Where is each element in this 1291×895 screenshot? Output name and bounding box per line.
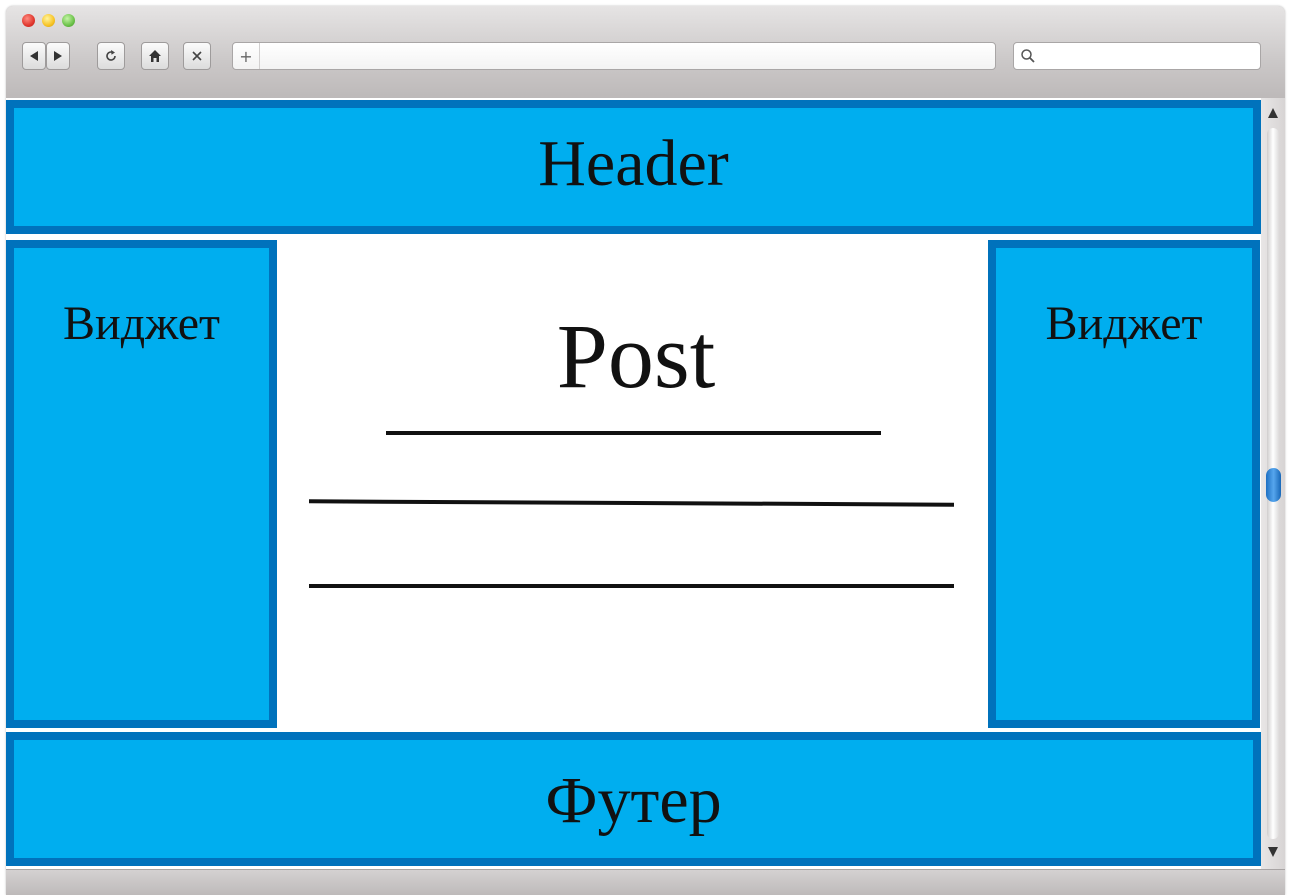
back-arrow-icon [28,50,40,62]
status-bar [6,869,1285,895]
search-icon [1020,48,1036,69]
forward-button[interactable] [46,42,70,70]
post-text-line [309,584,954,588]
home-icon [148,49,162,63]
post-title: Post [556,305,716,407]
page-viewport: Header Виджет Post Виджет Футер [6,98,1261,869]
right-widget-label: Виджет [1045,297,1203,350]
minimize-window-button[interactable] [42,14,55,27]
address-bar[interactable]: + [232,42,996,70]
search-input[interactable] [1013,42,1261,70]
footer-block: Футер [6,732,1261,866]
vertical-scrollbar[interactable] [1261,98,1285,869]
stop-button[interactable] [183,42,211,70]
post-text-line [308,499,955,507]
reload-icon [104,49,118,63]
header-block: Header [6,100,1261,234]
browser-window: + Header Виджет Post Виджет Футер [6,6,1285,895]
scroll-thumb[interactable] [1266,468,1281,502]
browser-toolbar: + [6,6,1285,99]
zoom-window-button[interactable] [62,14,75,27]
back-button[interactable] [22,42,46,70]
home-button[interactable] [141,42,169,70]
scroll-down-arrow-icon[interactable] [1268,847,1278,857]
left-widget-label: Виджет [63,297,220,350]
close-window-button[interactable] [22,14,35,27]
left-widget: Виджет [6,240,277,728]
forward-arrow-icon [52,50,64,62]
footer-label: Футер [545,764,722,837]
header-label: Header [538,127,729,200]
close-icon [191,50,203,62]
right-widget: Виджет [988,240,1260,728]
new-tab-button[interactable]: + [233,43,260,69]
scroll-up-arrow-icon[interactable] [1268,108,1278,118]
post-text-line [386,431,881,435]
reload-button[interactable] [97,42,125,70]
